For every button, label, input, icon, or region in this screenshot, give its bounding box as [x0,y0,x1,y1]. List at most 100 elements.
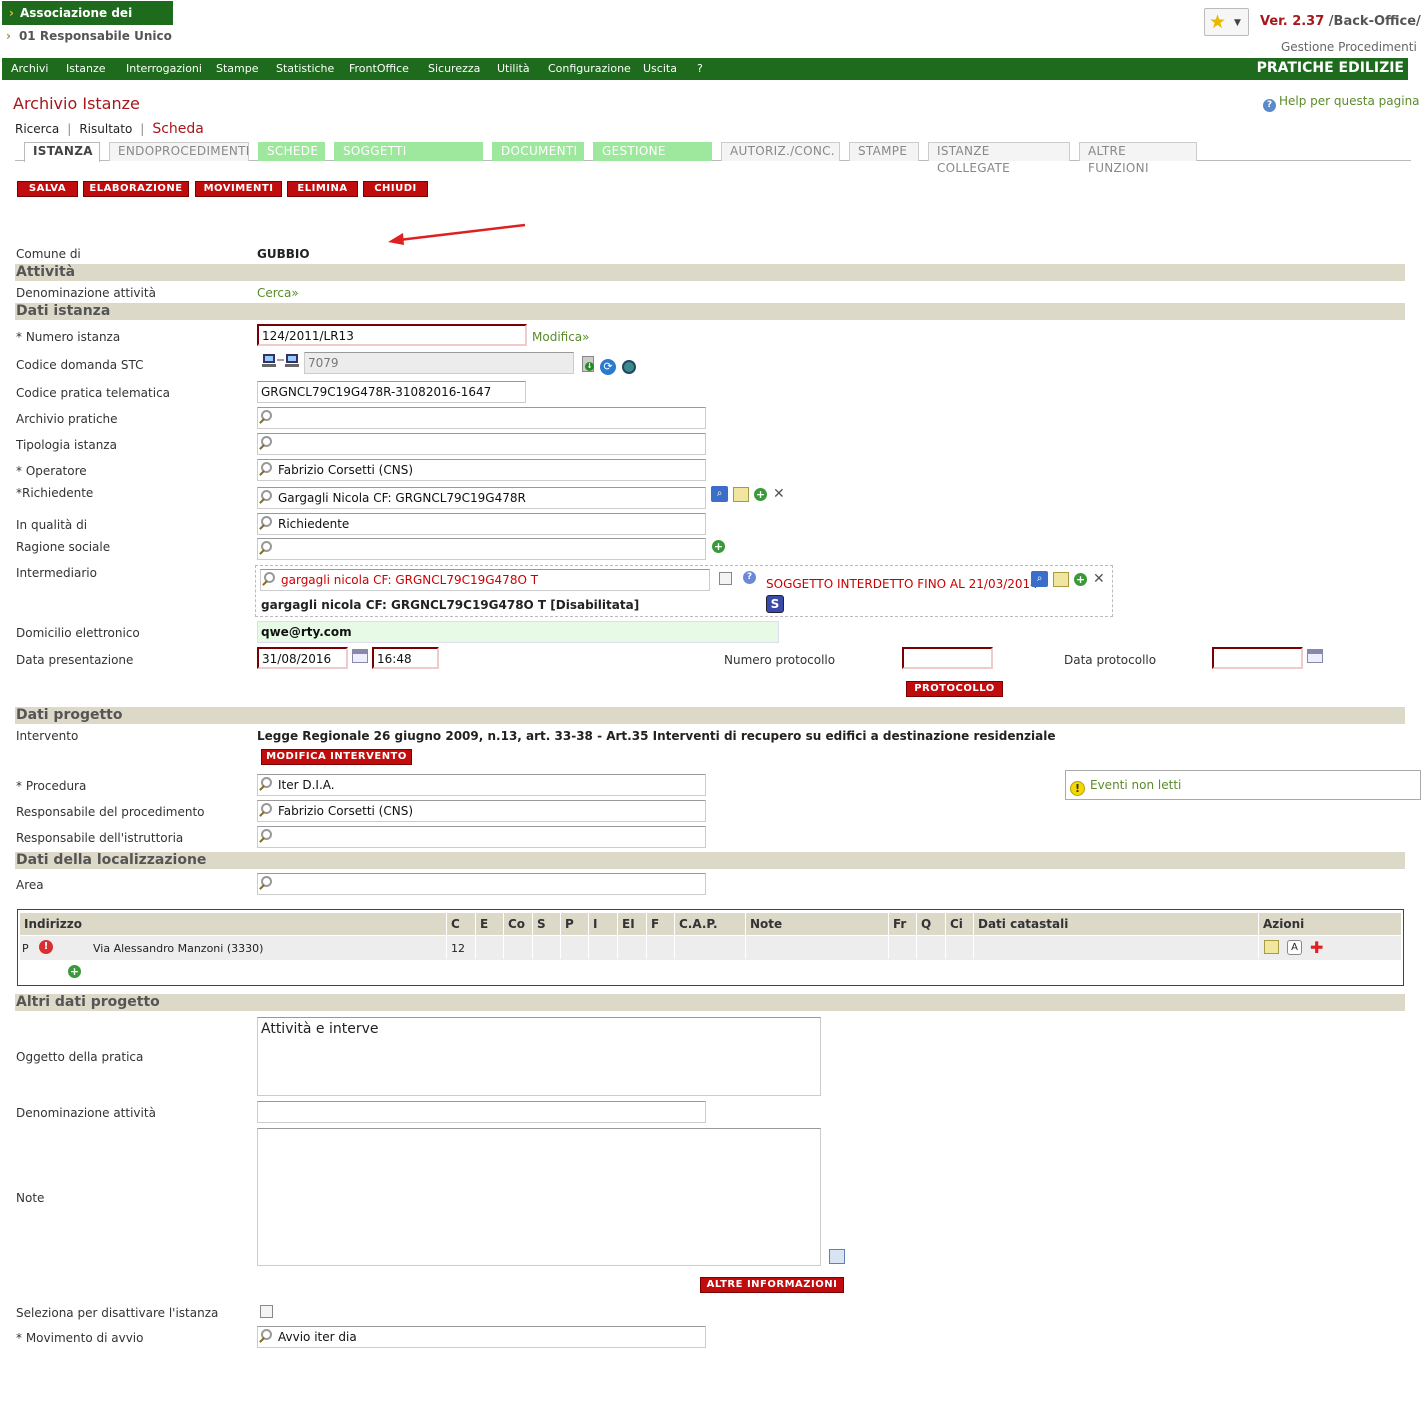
nav-help[interactable]: ? [697,62,703,75]
nav-archivi[interactable]: Archivi [11,62,48,75]
tab-soggetti-collegati[interactable]: SOGGETTI COLLEGATI [334,142,483,175]
calendar-protocollo-icon[interactable] [1307,649,1323,663]
table-row[interactable]: P ! Via Alessandro Manzoni (3330) 12 A ✚ [20,910,1401,960]
tab-autoriz-conc[interactable]: AUTORIZ./CONC. [721,142,840,161]
ragione-sociale-input[interactable] [257,538,706,560]
search-soggetto-icon[interactable]: ⌕ [711,486,728,502]
note-textarea[interactable] [257,1128,821,1266]
disattiva-checkbox[interactable] [260,1305,273,1318]
edit-row-icon[interactable] [1264,940,1279,954]
search-icon [261,490,272,501]
modifica-link[interactable]: Modifica» [532,330,590,344]
col-i: I [593,917,598,931]
search-icon [261,829,272,840]
add-icon[interactable]: + [754,488,767,501]
edit-intermediario-icon[interactable] [1053,572,1069,587]
favorites-button[interactable]: ★ ▼ [1204,8,1249,36]
resp-procedimento-input[interactable]: Fabrizio Corsetti (CNS) [257,800,706,822]
tab-istanze-collegate[interactable]: ISTANZE COLLEGATE [928,142,1070,175]
salva-button[interactable]: SALVA [17,181,78,197]
add-intermediario-icon[interactable]: + [1074,573,1087,586]
calendar-icon[interactable] [352,649,368,663]
org-name[interactable]: Associazione dei comuni [2,1,173,44]
richiedente-input[interactable]: Gargagli Nicola CF: GRGNCL79C19G478R [257,487,706,509]
info-icon[interactable]: ? [743,571,756,584]
qualita-input[interactable]: Richiedente [257,513,706,535]
chiudi-button[interactable]: CHIUDI [363,181,428,197]
edit-icon[interactable] [733,487,749,502]
tipologia-input[interactable] [257,433,706,455]
red-cross-icon[interactable]: ✚ [1310,938,1323,957]
codice-telematica-input[interactable]: GRGNCL79C19G478R-31082016-1647 [257,381,526,403]
breadcrumb-ricerca[interactable]: Ricerca [15,122,59,136]
nav-interrogazioni[interactable]: Interrogazioni [126,62,202,75]
tipologia-label: Tipologia istanza [16,438,117,452]
movimenti-button[interactable]: MOVIMENTI [195,181,282,197]
col-ci: Ci [950,917,963,931]
archivio-label: Archivio pratiche [16,412,118,426]
modifica-intervento-button[interactable]: MODIFICA INTERVENTO [261,749,412,765]
area-input[interactable] [257,873,706,895]
s-icon[interactable]: S [766,595,784,613]
codice-stc-label: Codice domanda STC [16,358,144,372]
ora-input[interactable]: 16:48 [372,647,439,669]
intermediario-input[interactable]: gargagli nicola CF: GRGNCL79C19G478O T [260,569,710,591]
numero-istanza-input[interactable]: 124/2011/LR13 [257,324,527,346]
tab-documenti[interactable]: DOCUMENTI [492,142,584,161]
nav-sicurezza[interactable]: Sicurezza [428,62,480,75]
nav-uscita[interactable]: Uscita [643,62,677,75]
altre-informazioni-button[interactable]: ALTRE INFORMAZIONI [700,1277,844,1293]
notes-copy-icon[interactable] [829,1249,845,1264]
archivio-input[interactable] [257,407,706,429]
a-icon[interactable]: A [1287,940,1302,955]
tab-altre-funzioni[interactable]: ALTRE FUNZIONI [1079,142,1197,175]
operatore-input[interactable]: Fabrizio Corsetti (CNS) [257,459,706,481]
elaborazione-button[interactable]: ELABORAZIONE [83,181,189,197]
data-presentazione-input[interactable]: 31/08/2016 [257,647,348,669]
cerca-link[interactable]: Cerca» [257,286,299,300]
domicilio-input[interactable]: qwe@rty.com [257,621,779,643]
protocollo-button[interactable]: PROTOCOLLO [906,681,1003,697]
tab-schede[interactable]: SCHEDE [258,142,325,161]
movimento-input[interactable]: Avvio iter dia [257,1326,706,1348]
comune-label: Comune di [16,247,81,261]
data-protocollo-input[interactable] [1212,647,1303,669]
nav-utilita[interactable]: Utilità [497,62,530,75]
col-f: F [651,917,660,931]
procedura-input[interactable]: Iter D.I.A. [257,774,706,796]
add-ragione-icon[interactable]: + [712,540,725,553]
search-icon [261,462,272,473]
nav-statistiche[interactable]: Statistiche [276,62,334,75]
movimento-value: Avvio iter dia [278,1330,357,1344]
search-icon [261,803,272,814]
numero-protocollo-input[interactable] [902,647,993,669]
help-link[interactable]: ? Help per questa pagina [1263,94,1420,112]
tab-gestione-oneri[interactable]: GESTIONE ONERI [593,142,712,175]
nav-configurazione[interactable]: Configurazione [548,62,631,75]
intermediario-checkbox[interactable] [719,572,732,585]
refresh-icon[interactable]: ⟳ [600,359,616,375]
search-icon [261,777,272,788]
tab-istanza[interactable]: ISTANZA [24,142,100,162]
elimina-button[interactable]: ELIMINA [287,181,358,197]
resp-istruttoria-input[interactable] [257,826,706,848]
nav-frontoffice[interactable]: FrontOffice [349,62,409,75]
user-role[interactable]: 01 Responsabile Unico [6,29,172,43]
add-address-icon[interactable]: + [68,965,81,978]
chevron-down-icon: ▼ [1234,18,1241,28]
download-arrow-icon: ↓ [585,362,594,371]
tab-endoprocedimenti[interactable]: ENDOPROCEDIMENTI [109,142,249,161]
nav-istanze[interactable]: Istanze [66,62,106,75]
breadcrumb-risultato[interactable]: Risultato [79,122,132,136]
eventi-non-letti[interactable]: ! Eventi non letti [1065,770,1421,800]
nav-stampe[interactable]: Stampe [216,62,259,75]
tab-stampe[interactable]: STAMPE [849,142,919,161]
search-globe-icon[interactable] [622,360,636,374]
intermediario-label: Intermediario [16,566,97,580]
denominazione-attivita-input[interactable] [257,1101,706,1123]
tools-intermediario-icon[interactable]: ✕ [1093,572,1107,586]
oggetto-textarea[interactable]: Attività e interve [257,1017,821,1096]
tools-icon[interactable]: ✕ [773,487,787,501]
search-intermediario-icon[interactable]: ⌕ [1031,571,1048,587]
codice-stc-input[interactable]: 7079 [304,352,574,374]
